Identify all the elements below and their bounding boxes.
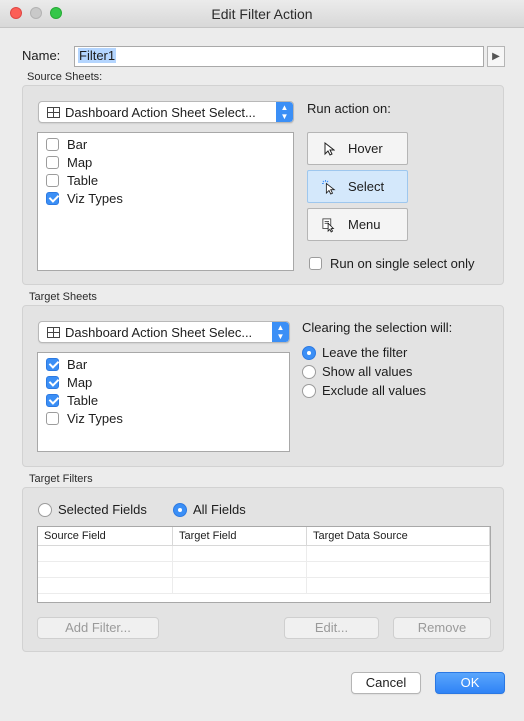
list-item[interactable]: Viz Types [38, 189, 293, 207]
target-filters-panel: Selected Fields All Fields Source Field … [22, 487, 504, 652]
ok-button[interactable]: OK [435, 672, 505, 694]
checkbox[interactable] [46, 173, 59, 187]
checkbox[interactable] [46, 393, 59, 407]
menu-button[interactable]: Menu [307, 208, 408, 241]
radio-button[interactable] [38, 502, 52, 517]
clearing-option-label: Exclude all values [322, 383, 427, 398]
list-item[interactable]: Bar [38, 135, 293, 153]
table-row [38, 546, 490, 562]
list-item-label: Bar [67, 136, 88, 152]
name-label: Name: [22, 48, 61, 63]
sheet-grid-icon [47, 326, 60, 338]
list-item[interactable]: Table [38, 391, 289, 409]
clearing-option-exclude-all[interactable]: Exclude all values [302, 383, 426, 398]
list-item-label: Map [67, 154, 93, 170]
cancel-button[interactable]: Cancel [351, 672, 421, 694]
column-header-target-data-source[interactable]: Target Data Source [307, 527, 490, 545]
list-item-label: Map [67, 374, 93, 390]
list-item[interactable]: Map [38, 153, 293, 171]
checkbox[interactable] [46, 191, 59, 205]
source-sheets-dropdown[interactable]: Dashboard Action Sheet Select... ▲ ▼ [38, 101, 294, 123]
clearing-option-label: Leave the filter [322, 345, 408, 360]
sheet-grid-icon [47, 106, 60, 118]
list-item[interactable]: Viz Types [38, 409, 289, 427]
select-button[interactable]: Select [307, 170, 408, 203]
column-header-source-field[interactable]: Source Field [38, 527, 173, 545]
run-single-select-checkbox[interactable] [309, 257, 322, 270]
selected-fields-label: Selected Fields [58, 502, 147, 517]
run-single-select-option[interactable]: Run on single select only [309, 256, 475, 271]
target-filters-table: Source Field Target Field Target Data So… [37, 526, 491, 603]
target-sheets-list: Bar Map Table Viz Types [37, 352, 290, 452]
hover-button[interactable]: Hover [307, 132, 408, 165]
radio-button[interactable] [302, 383, 316, 398]
hover-button-label: Hover [348, 141, 383, 156]
name-insert-arrow-button[interactable]: ▶ [487, 46, 505, 67]
target-sheets-dropdown[interactable]: Dashboard Action Sheet Selec... ▲ ▼ [38, 321, 290, 343]
radio-button[interactable] [173, 502, 187, 517]
list-item-label: Bar [67, 356, 88, 372]
source-sheets-dropdown-label: Dashboard Action Sheet Select... [65, 104, 256, 120]
run-single-select-label: Run on single select only [330, 256, 475, 271]
selected-fields-option[interactable]: Selected Fields [38, 502, 147, 517]
add-filter-button[interactable]: Add Filter... [37, 617, 159, 639]
all-fields-option[interactable]: All Fields [173, 502, 246, 517]
list-item-label: Viz Types [67, 410, 123, 426]
table-header: Source Field Target Field Target Data So… [38, 527, 490, 546]
chevron-updown-icon: ▲ ▼ [272, 322, 289, 342]
checkbox[interactable] [46, 137, 59, 151]
select-button-label: Select [348, 179, 385, 194]
list-item-label: Table [67, 392, 99, 408]
list-item[interactable]: Bar [38, 355, 289, 373]
checkbox[interactable] [46, 375, 59, 389]
target-sheets-dropdown-label: Dashboard Action Sheet Selec... [65, 324, 253, 340]
cursor-menu-icon [322, 217, 336, 233]
checkbox[interactable] [46, 411, 59, 425]
clearing-option-leave[interactable]: Leave the filter [302, 345, 407, 360]
remove-button[interactable]: Remove [393, 617, 491, 639]
name-input-value: Filter1 [78, 48, 117, 63]
list-item-label: Table [67, 172, 99, 188]
source-sheets-list: Bar Map Table Viz Types [37, 132, 294, 271]
source-sheets-label: Source Sheets: [27, 71, 103, 83]
table-row [38, 562, 490, 578]
title-bar: Edit Filter Action [0, 0, 524, 28]
all-fields-label: All Fields [193, 502, 246, 517]
cursor-arrow-icon [322, 141, 336, 156]
clearing-label: Clearing the selection will: [302, 320, 453, 335]
target-sheets-label: Target Sheets [29, 291, 97, 303]
list-item[interactable]: Map [38, 373, 289, 391]
clearing-option-show-all[interactable]: Show all values [302, 364, 412, 379]
list-item[interactable]: Table [38, 171, 293, 189]
cursor-click-icon [322, 179, 336, 195]
menu-button-label: Menu [348, 217, 381, 232]
run-action-label: Run action on: [307, 101, 391, 116]
name-input[interactable]: Filter1 [74, 46, 484, 67]
chevron-updown-icon: ▲ ▼ [276, 102, 293, 122]
list-item-label: Viz Types [67, 190, 123, 206]
radio-button[interactable] [302, 364, 316, 379]
column-header-target-field[interactable]: Target Field [173, 527, 307, 545]
target-filters-label: Target Filters [29, 473, 93, 485]
checkbox[interactable] [46, 357, 59, 371]
edit-button[interactable]: Edit... [284, 617, 379, 639]
clearing-option-label: Show all values [322, 364, 413, 379]
source-sheets-panel: Dashboard Action Sheet Select... ▲ ▼ Bar … [22, 85, 504, 285]
window-title: Edit Filter Action [211, 6, 313, 22]
checkbox[interactable] [46, 155, 59, 169]
target-sheets-panel: Dashboard Action Sheet Selec... ▲ ▼ Bar M… [22, 305, 504, 467]
radio-button[interactable] [302, 345, 316, 360]
table-row [38, 578, 490, 594]
